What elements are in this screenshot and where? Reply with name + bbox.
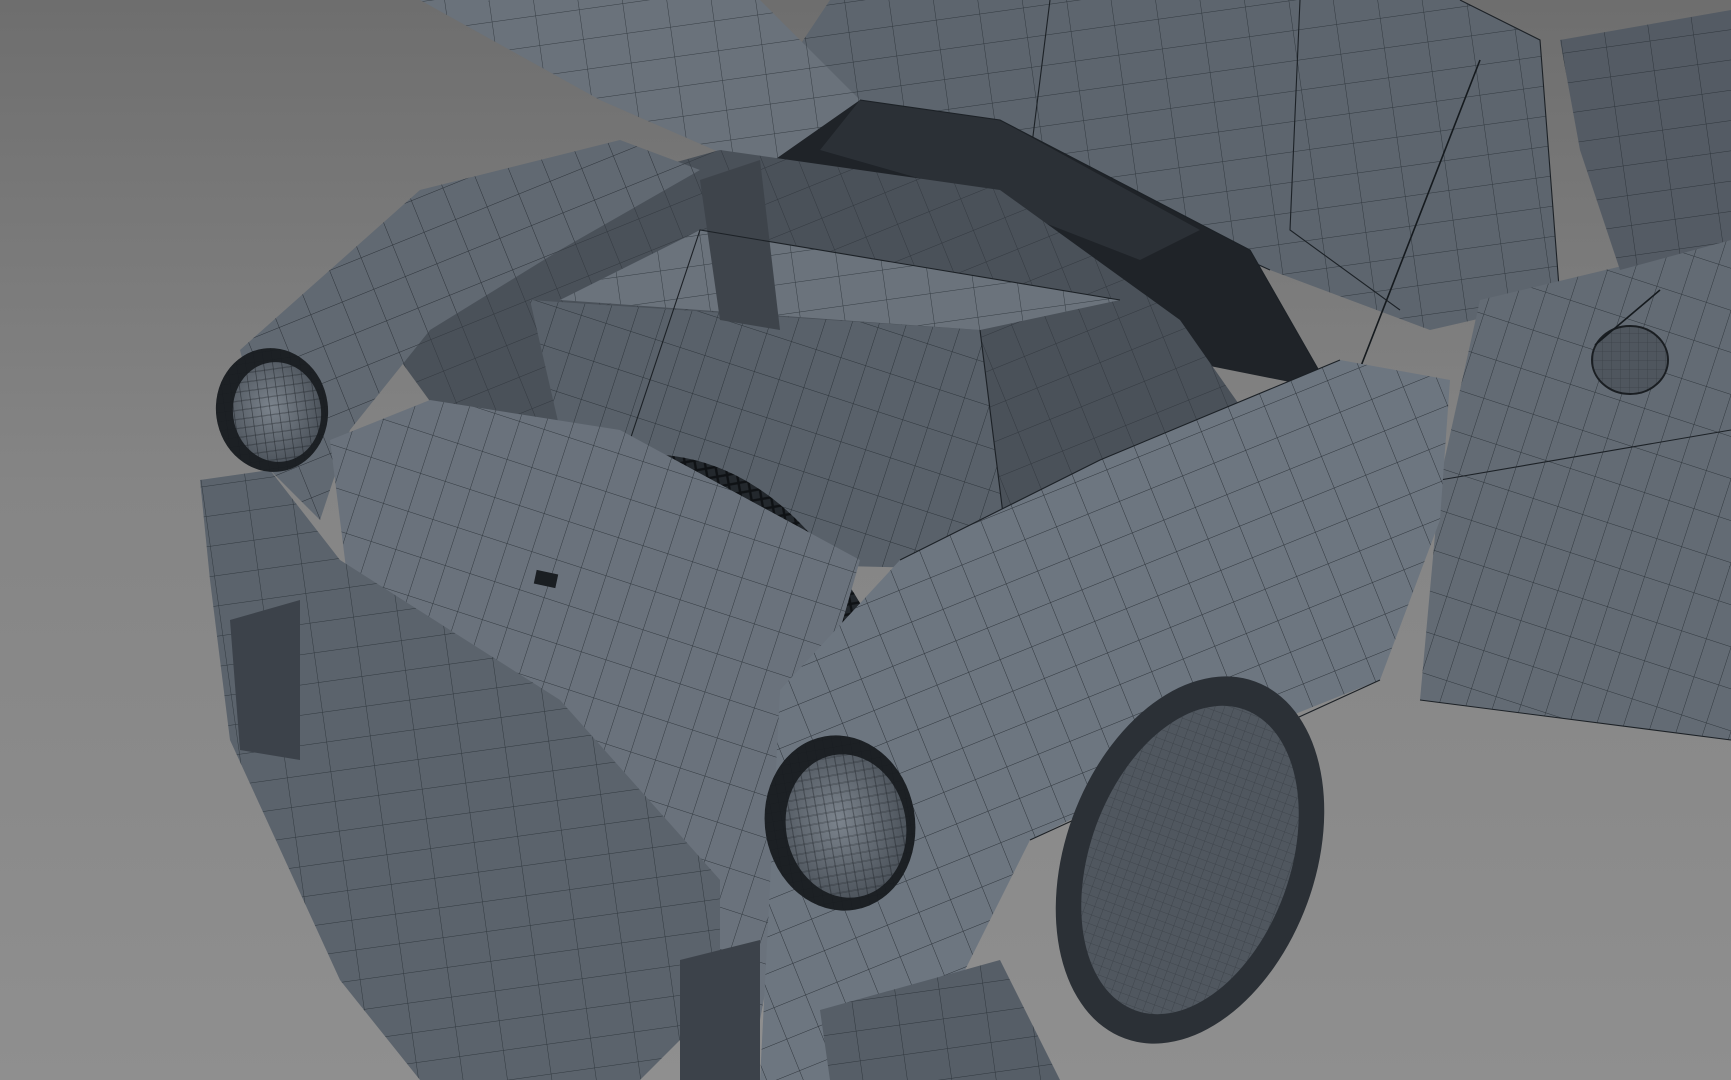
car-wireframe-model[interactable]: [0, 0, 1731, 1080]
bumper-guard-right: [680, 940, 760, 1080]
bumper-guard-left: [230, 600, 300, 760]
3d-viewport[interactable]: [0, 0, 1731, 1080]
